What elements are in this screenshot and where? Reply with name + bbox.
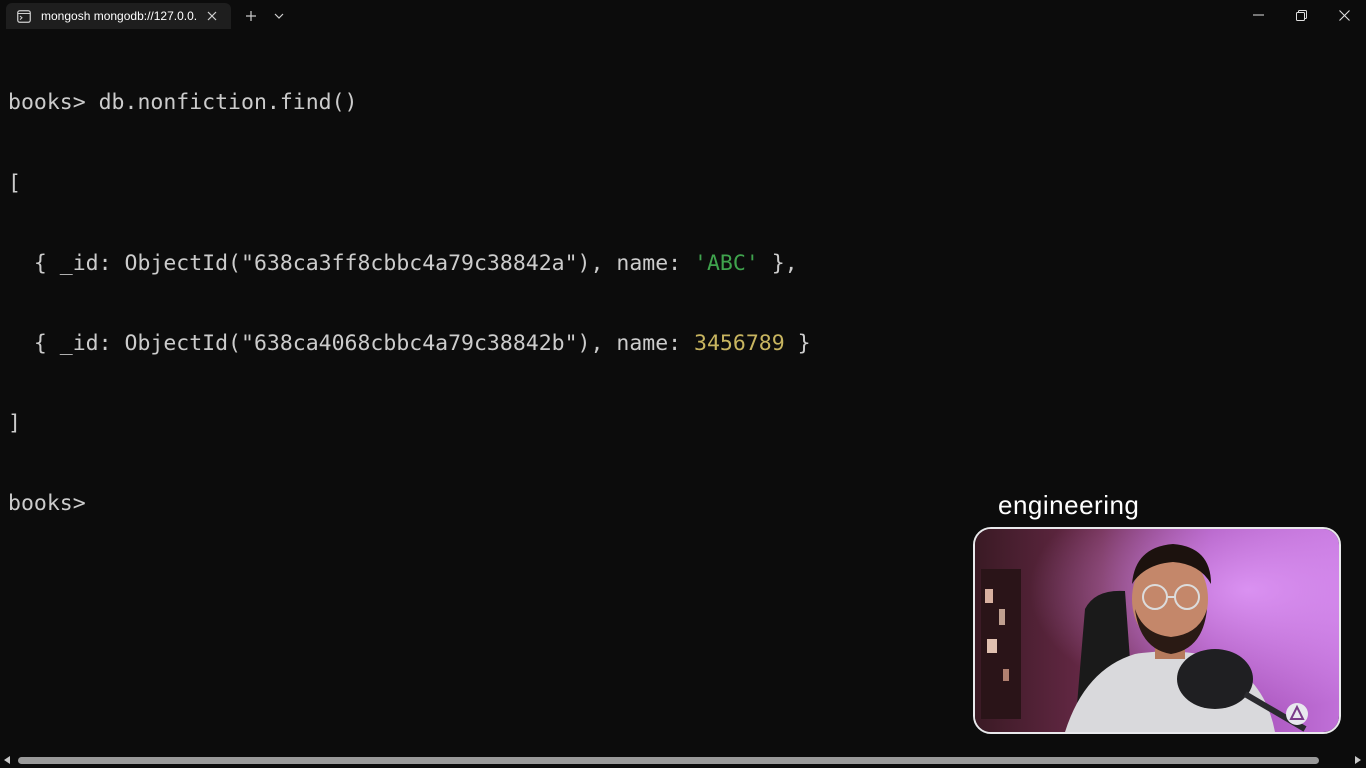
- command-line: books> db.nonfiction.find(): [8, 90, 811, 117]
- tab-mongosh[interactable]: mongosh mongodb://127.0.0.: [6, 3, 231, 29]
- restore-icon[interactable]: [1278, 0, 1324, 30]
- scrollbar-thumb[interactable]: [18, 757, 1319, 764]
- current-prompt-line[interactable]: books>: [8, 491, 811, 518]
- scroll-right-arrow-icon[interactable]: [1353, 755, 1363, 765]
- close-icon[interactable]: [1321, 0, 1366, 30]
- title-bar: mongosh mongodb://127.0.0.: [0, 0, 1366, 32]
- tab-title: mongosh mongodb://127.0.0.: [41, 9, 197, 23]
- terminal-window: mongosh mongodb://127.0.0. books> db.non…: [0, 0, 1366, 768]
- prompt: books>: [8, 490, 99, 516]
- terminal-icon: [17, 9, 31, 23]
- command-text: db.nonfiction.find(): [98, 90, 358, 116]
- result-prefix: { _id: ObjectId("638ca4068cbbc4a79c38842…: [8, 330, 695, 356]
- result-string-value: 'ABC': [694, 250, 759, 276]
- result-number-value: 3456789: [694, 330, 785, 356]
- scroll-left-arrow-icon[interactable]: [2, 755, 12, 765]
- new-tab-plus-icon[interactable]: [243, 8, 259, 24]
- open-bracket: [: [8, 170, 21, 196]
- result-row: { _id: ObjectId("638ca3ff8cbbc4a79c38842…: [8, 251, 811, 278]
- result-row: { _id: ObjectId("638ca4068cbbc4a79c38842…: [8, 331, 811, 358]
- tab-close-icon[interactable]: [205, 9, 219, 23]
- webcam-video: [973, 527, 1341, 734]
- webcam-scene-image: [975, 529, 1339, 732]
- result-suffix: }: [784, 330, 811, 356]
- result-suffix: },: [758, 250, 798, 276]
- close-bracket: ]: [8, 410, 21, 436]
- result-prefix: { _id: ObjectId("638ca3ff8cbbc4a79c38842…: [8, 250, 695, 276]
- terminal-output[interactable]: books> db.nonfiction.find() [ { _id: Obj…: [8, 37, 811, 571]
- webcam-label: engineering: [998, 490, 1140, 520]
- chevron-down-icon[interactable]: [271, 8, 287, 24]
- prompt: books>: [8, 90, 99, 116]
- horizontal-scrollbar[interactable]: [0, 752, 1366, 768]
- minimize-icon[interactable]: [1235, 0, 1281, 30]
